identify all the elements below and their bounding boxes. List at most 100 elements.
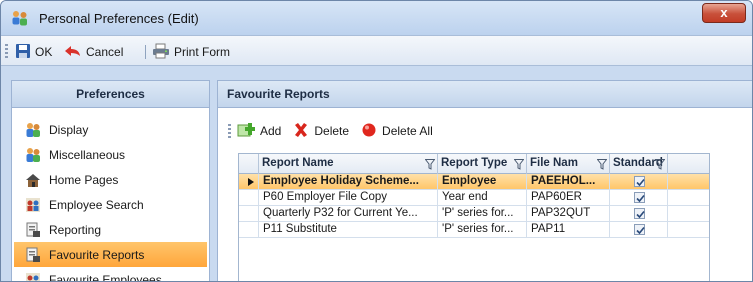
row-indicator xyxy=(239,206,259,222)
add-icon xyxy=(237,122,255,141)
standard-checkbox[interactable] xyxy=(634,176,645,187)
table-row[interactable]: Employee Holiday Scheme... Employee PAEE… xyxy=(239,174,709,190)
table-row[interactable]: Quarterly P32 for Current Ye... 'P' seri… xyxy=(239,206,709,222)
filter-icon[interactable] xyxy=(654,158,666,170)
favourite-reports-panel: Favourite Reports Add Delete Delete All xyxy=(217,80,752,281)
ok-label: OK xyxy=(35,45,53,59)
cell-file-name[interactable]: PAP32QUT xyxy=(527,206,610,222)
toolbar-grip[interactable] xyxy=(228,123,231,139)
delete-x-icon xyxy=(293,122,309,141)
window-title: Personal Preferences (Edit) xyxy=(39,11,199,26)
column-header-file-name[interactable]: File Nam xyxy=(527,154,610,174)
row-indicator xyxy=(239,222,259,238)
nav-item-home-pages[interactable]: Home Pages xyxy=(12,167,209,192)
delete-all-label: Delete All xyxy=(382,124,433,138)
column-header-standard[interactable]: Standard xyxy=(610,154,668,174)
cell-report-type[interactable]: 'P' series for... xyxy=(438,222,527,238)
display-icon xyxy=(25,122,41,138)
favourite-reports-header: Favourite Reports xyxy=(218,81,752,108)
main-toolbar: OK Cancel Print Form xyxy=(1,35,752,66)
standard-checkbox[interactable] xyxy=(634,192,645,203)
table-row[interactable]: P60 Employer File Copy Year end PAP60ER xyxy=(239,190,709,206)
delete-button[interactable]: Delete xyxy=(293,122,349,141)
nav-item-miscellaneous[interactable]: Miscellaneous xyxy=(12,142,209,167)
filter-icon[interactable] xyxy=(424,158,436,170)
delete-all-button[interactable]: Delete All xyxy=(361,122,433,141)
print-form-label: Print Form xyxy=(174,45,231,59)
empty-cell xyxy=(668,174,709,190)
filter-icon[interactable] xyxy=(596,158,608,170)
cell-standard[interactable] xyxy=(610,174,668,190)
delete-label: Delete xyxy=(314,124,350,138)
row-pointer-icon xyxy=(247,178,254,186)
print-form-button[interactable]: Print Form xyxy=(152,43,230,61)
cell-report-name[interactable]: Quarterly P32 for Current Ye... xyxy=(259,206,438,222)
column-header-label: Report Type xyxy=(441,157,508,169)
nav-item-label: Miscellaneous xyxy=(49,147,126,162)
favourites-toolbar: Add Delete Delete All xyxy=(228,119,445,143)
add-label: Add xyxy=(260,124,282,138)
cell-report-type[interactable]: 'P' series for... xyxy=(438,206,527,222)
nav-item-favourite-employees[interactable]: Favourite Employees xyxy=(12,267,209,282)
nav-item-reporting[interactable]: Reporting xyxy=(12,217,209,242)
nav-item-label: Home Pages xyxy=(49,172,119,187)
toolbar-grip[interactable] xyxy=(5,44,8,59)
empty-header-cell xyxy=(668,154,709,174)
cancel-label: Cancel xyxy=(86,45,124,59)
column-header-report-type[interactable]: Report Type xyxy=(438,154,527,174)
close-button[interactable]: x xyxy=(702,3,746,23)
cell-report-name[interactable]: Employee Holiday Scheme... xyxy=(259,174,438,190)
nav-item-label: Reporting xyxy=(49,222,102,237)
people-icon xyxy=(11,10,29,26)
title-bar: Personal Preferences (Edit) x xyxy=(1,1,752,35)
empty-cell xyxy=(668,206,709,222)
save-icon xyxy=(15,43,31,62)
undo-arrow-icon xyxy=(64,43,82,62)
filter-icon[interactable] xyxy=(513,158,525,170)
favourite-reports-icon xyxy=(25,247,41,263)
cell-report-type[interactable]: Employee xyxy=(438,174,527,190)
nav-item-favourite-reports[interactable]: Favourite Reports xyxy=(14,242,207,267)
favourite-reports-grid: Report Name Report Type File Nam Standar… xyxy=(238,153,710,281)
ok-button[interactable]: OK xyxy=(15,43,52,61)
nav-item-label: Employee Search xyxy=(49,197,144,212)
column-header-label: Report Name xyxy=(262,157,334,169)
personal-preferences-window: Personal Preferences (Edit) x OK Cancel xyxy=(0,0,753,282)
standard-checkbox[interactable] xyxy=(634,208,645,219)
row-indicator-header xyxy=(239,154,259,174)
column-header-label: File Nam xyxy=(530,157,578,169)
cell-standard[interactable] xyxy=(610,222,668,238)
cancel-button[interactable]: Cancel xyxy=(64,43,123,61)
nav-item-employee-search[interactable]: Employee Search xyxy=(12,192,209,217)
add-button[interactable]: Add xyxy=(237,122,281,141)
empty-cell xyxy=(668,222,709,238)
cell-standard[interactable] xyxy=(610,206,668,222)
favourite-employees-icon xyxy=(25,272,41,281)
cell-report-type[interactable]: Year end xyxy=(438,190,527,206)
cell-standard[interactable] xyxy=(610,190,668,206)
preferences-header: Preferences xyxy=(12,81,209,108)
table-row[interactable]: P11 Substitute 'P' series for... PAP11 xyxy=(239,222,709,238)
toolbar-separator xyxy=(145,45,146,59)
reporting-icon xyxy=(25,222,41,238)
cell-file-name[interactable]: PAEEHOL... xyxy=(527,174,610,190)
cell-file-name[interactable]: PAP60ER xyxy=(527,190,610,206)
row-indicator xyxy=(239,190,259,206)
current-row-indicator xyxy=(239,174,259,190)
preferences-panel: Preferences Display Miscellaneous Home P… xyxy=(11,80,210,282)
grid-header-row: Report Name Report Type File Nam Standar… xyxy=(239,154,709,174)
empty-cell xyxy=(668,190,709,206)
column-header-report-name[interactable]: Report Name xyxy=(259,154,438,174)
print-icon xyxy=(152,43,170,62)
nav-item-display[interactable]: Display xyxy=(12,117,209,142)
delete-all-icon xyxy=(361,122,377,141)
standard-checkbox[interactable] xyxy=(634,224,645,235)
cell-file-name[interactable]: PAP11 xyxy=(527,222,610,238)
miscellaneous-icon xyxy=(25,147,41,163)
cell-report-name[interactable]: P60 Employer File Copy xyxy=(259,190,438,206)
nav-item-label: Favourite Reports xyxy=(49,247,145,262)
employee-search-icon xyxy=(25,197,41,213)
cell-report-name[interactable]: P11 Substitute xyxy=(259,222,438,238)
nav-item-label: Display xyxy=(49,122,89,137)
nav-item-label: Favourite Employees xyxy=(49,272,162,282)
